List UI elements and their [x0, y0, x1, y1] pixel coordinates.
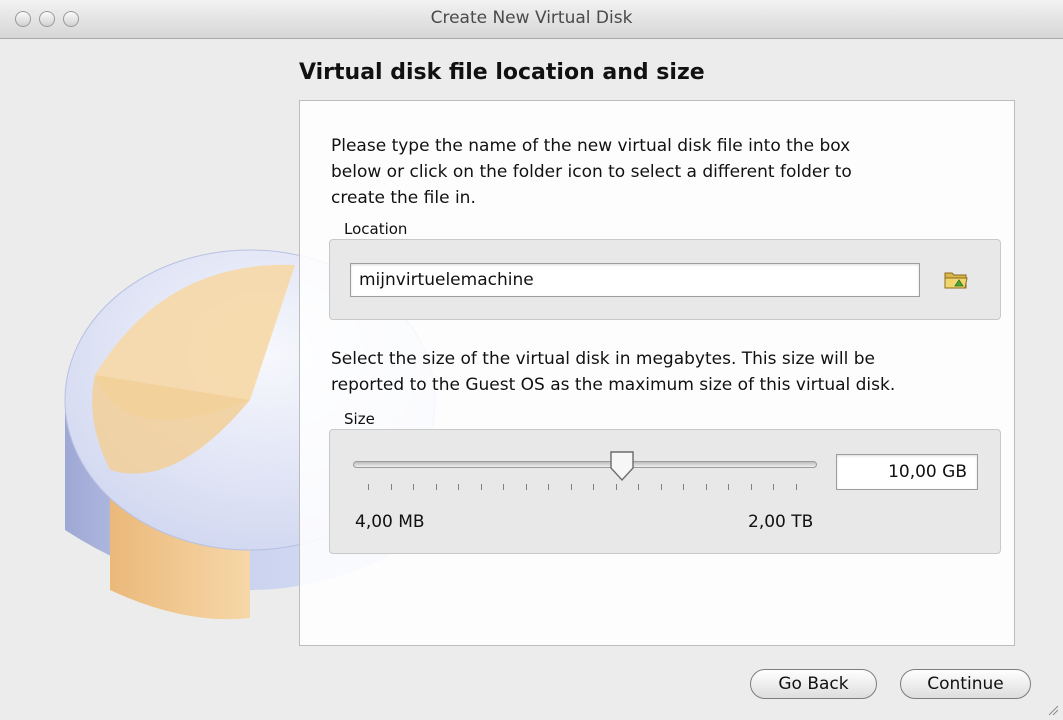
- slider-tick: [638, 484, 639, 490]
- size-description: Select the size of the virtual disk in m…: [331, 346, 895, 398]
- slider-tick: [773, 484, 774, 490]
- location-description-line: create the file in.: [331, 188, 476, 208]
- size-description-line: reported to the Guest OS as the maximum …: [331, 375, 896, 395]
- slider-tick: [683, 484, 684, 490]
- slider-tick: [705, 484, 707, 490]
- slider-tick: [525, 484, 527, 490]
- page-heading: Virtual disk file location and size: [299, 60, 705, 85]
- location-description: Please type the name of the new virtual …: [331, 133, 852, 211]
- slider-min-label: 4,00 MB: [355, 512, 425, 532]
- slider-ticks: [353, 484, 817, 494]
- slider-tick: [728, 484, 729, 490]
- slider-tick: [795, 484, 797, 490]
- location-input[interactable]: [350, 263, 920, 297]
- resize-grip-icon[interactable]: [1045, 702, 1059, 716]
- folder-icon[interactable]: [942, 266, 970, 292]
- slider-tick: [660, 484, 662, 490]
- slider-tick: [548, 484, 549, 490]
- continue-button[interactable]: Continue: [900, 669, 1031, 699]
- slider-tick: [458, 484, 459, 490]
- go-back-button[interactable]: Go Back: [750, 669, 877, 699]
- slider-tick: [413, 484, 414, 490]
- size-slider-track[interactable]: [353, 461, 817, 468]
- slider-tick: [750, 484, 752, 490]
- slider-tick: [390, 484, 392, 490]
- size-description-line: Select the size of the virtual disk in m…: [331, 349, 875, 369]
- slider-tick: [570, 484, 572, 490]
- slider-tick: [435, 484, 437, 490]
- location-group-label: Location: [344, 220, 408, 238]
- size-input[interactable]: [836, 454, 978, 490]
- size-group-label: Size: [344, 410, 375, 428]
- slider-tick: [615, 484, 617, 490]
- location-description-line: Please type the name of the new virtual …: [331, 136, 851, 156]
- slider-tick: [368, 484, 369, 490]
- slider-tick: [503, 484, 504, 490]
- window-title: Create New Virtual Disk: [430, 8, 633, 28]
- size-slider-thumb[interactable]: [609, 450, 635, 482]
- slider-tick: [593, 484, 594, 490]
- slider-tick: [480, 484, 482, 490]
- slider-max-label: 2,00 TB: [748, 512, 814, 532]
- window-titlebar: Create New Virtual Disk: [0, 0, 1063, 39]
- location-description-line: below or click on the folder icon to sel…: [331, 162, 852, 182]
